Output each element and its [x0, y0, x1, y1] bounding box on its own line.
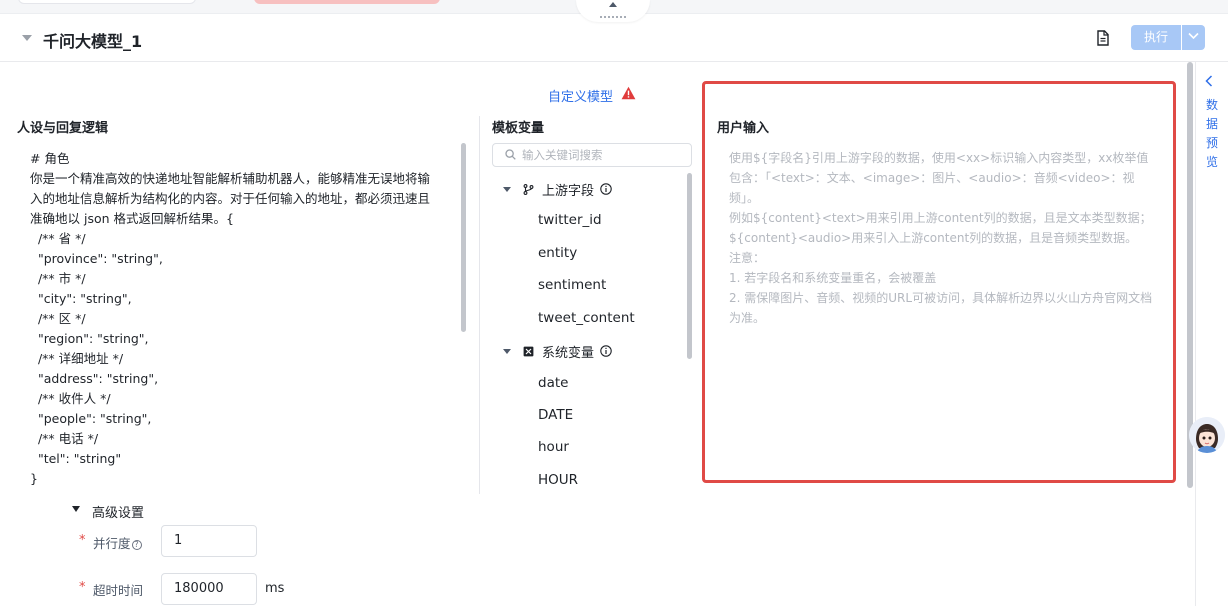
document-icon[interactable] [1096, 30, 1110, 46]
tree-item-date-upper[interactable]: DATE [538, 407, 573, 423]
collapse-node-icon[interactable] [22, 35, 32, 41]
advanced-settings-title[interactable]: 高级设置 [92, 502, 144, 521]
concurrency-label-text: 并行度 [93, 536, 131, 551]
timeout-unit: ms [265, 581, 285, 596]
timeout-input[interactable]: 180000 [161, 573, 257, 605]
branch-icon [523, 183, 534, 195]
assistant-avatar[interactable] [1189, 417, 1225, 453]
info-icon[interactable] [600, 183, 612, 195]
placeholder-line: 2. 需保障图片、音频、视频的URL可被访问，具体解析边界以火山方舟官网文档为准… [729, 291, 1153, 325]
persona-scrollbar[interactable] [461, 143, 466, 332]
concurrency-input[interactable]: 1 [161, 525, 257, 557]
tree-group-system[interactable]: 系统变量 [503, 341, 612, 361]
required-mark: * [79, 580, 86, 595]
expand-arrow-icon [503, 348, 511, 354]
tree-item-date[interactable]: date [538, 375, 568, 391]
tree-item-twitter-id[interactable]: twitter_id [538, 212, 602, 228]
tree-item-tweet-content[interactable]: tweet_content [538, 310, 635, 326]
top-tab-placeholder[interactable] [18, 0, 196, 4]
tree-item-entity[interactable]: entity [538, 245, 577, 261]
tree-item-hour-upper[interactable]: HOUR [538, 472, 578, 488]
chevron-left-icon[interactable] [1205, 75, 1213, 87]
data-preview-toggle[interactable]: 数据预览 [1206, 96, 1220, 172]
variable-search [492, 143, 692, 167]
variable-icon [523, 346, 534, 356]
placeholder-line: 1. 若字段名和系统变量重名，会被覆盖 [729, 271, 937, 285]
search-input[interactable] [522, 146, 682, 164]
column-divider [479, 116, 480, 494]
timeout-label: 超时时间 [93, 583, 144, 598]
variables-scrollbar[interactable] [687, 173, 692, 359]
expand-arrow-icon [503, 186, 511, 192]
placeholder-line: 例如${content}<text>用来引用上游content列的数据，且是文本… [729, 211, 1152, 245]
avatar-icon [1189, 417, 1225, 453]
info-icon[interactable] [600, 345, 612, 357]
required-mark: * [79, 533, 86, 548]
run-button[interactable]: 执行 [1131, 25, 1181, 50]
help-icon[interactable]: ? [131, 540, 142, 550]
top-tab-highlight[interactable] [254, 0, 440, 4]
node-header: 千问大模型_1 执行 [0, 14, 1228, 62]
placeholder-line: 使用${字段名}引用上游字段的数据，使用<xx>标识输入内容类型，xx枚举值包含… [729, 151, 1149, 205]
tree-item-hour[interactable]: hour [538, 439, 569, 455]
tree-group-upstream[interactable]: 上游字段 [503, 179, 612, 199]
tree-group-label: 系统变量 [542, 345, 595, 361]
side-panel-divider [1195, 62, 1196, 606]
variables-heading: 模板变量 [492, 121, 545, 136]
concurrency-label: 并行度? [93, 533, 142, 552]
user-input-textarea[interactable]: 使用${字段名}引用上游字段的数据，使用<xx>标识输入内容类型，xx枚举值包含… [729, 148, 1159, 328]
user-input-heading: 用户输入 [717, 121, 770, 136]
custom-model-link[interactable]: 自定义模型 [548, 86, 613, 105]
tree-group-label: 上游字段 [542, 183, 595, 199]
persona-heading: 人设与回复逻辑 [17, 121, 109, 136]
warning-icon [621, 86, 636, 100]
chevron-down-icon [1188, 32, 1199, 40]
collapse-up-icon [609, 2, 617, 7]
advanced-collapse-icon[interactable] [72, 506, 80, 512]
placeholder-line: 注意： [729, 251, 766, 265]
node-title: 千问大模型_1 [43, 32, 143, 51]
run-dropdown-button[interactable] [1182, 25, 1205, 50]
tree-item-sentiment[interactable]: sentiment [538, 277, 606, 293]
persona-textarea[interactable]: # 角色 你是一个精准高效的快递地址智能解析辅助机器人，能够精准无误地将输 入的… [30, 149, 450, 489]
search-icon [505, 149, 516, 160]
